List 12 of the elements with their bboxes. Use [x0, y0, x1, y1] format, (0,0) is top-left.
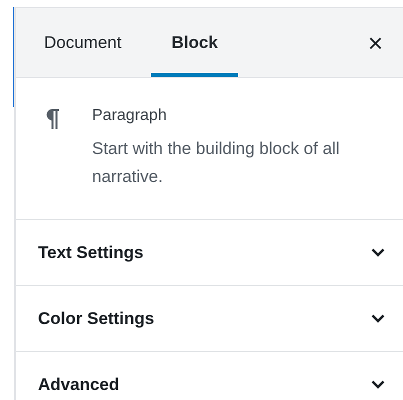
tab[interactable]: Block	[151, 8, 238, 77]
panel-toggle[interactable]: Text Settings	[16, 220, 403, 286]
close-button[interactable]: ×	[362, 30, 389, 56]
chevron-icon	[371, 380, 385, 389]
chevron-icon	[371, 314, 385, 323]
chevron-icon	[371, 248, 385, 257]
panel-toggle[interactable]: Advanced	[16, 352, 403, 400]
block-title: Paragraph	[92, 107, 168, 125]
paragraph-icon	[46, 108, 60, 130]
block-description: Start with the building block of all narrative.	[92, 138, 341, 188]
tab[interactable]: Document	[24, 8, 142, 77]
panel-toggle[interactable]: Color Settings	[16, 286, 403, 352]
